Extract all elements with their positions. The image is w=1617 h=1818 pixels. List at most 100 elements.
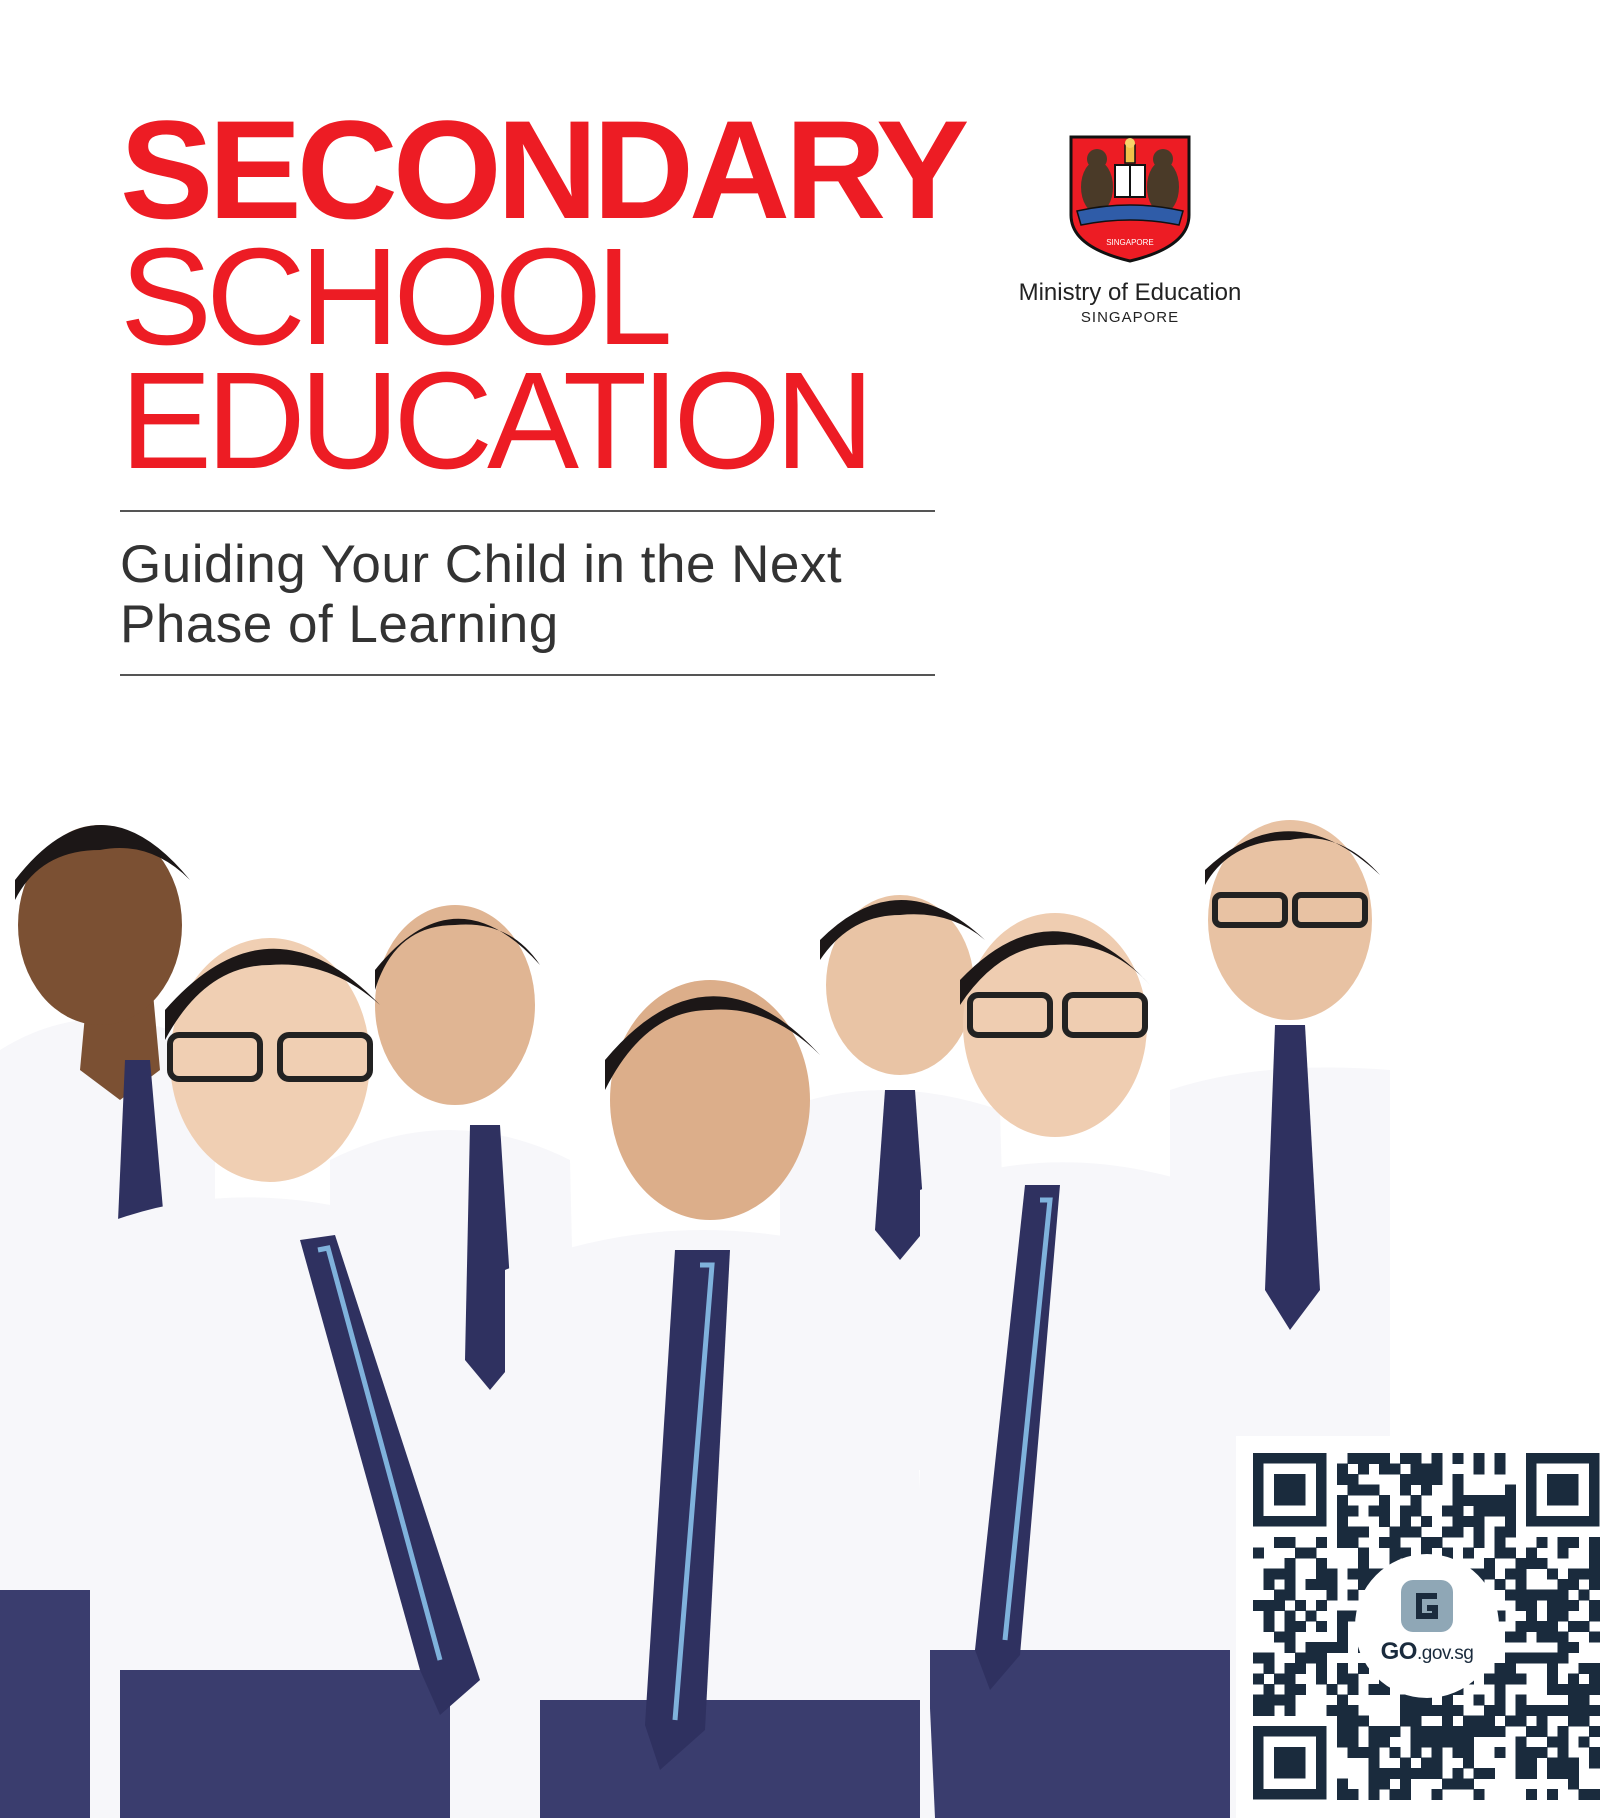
qr-module	[1452, 1453, 1464, 1464]
qr-module	[1431, 1726, 1443, 1737]
qr-module	[1368, 1789, 1380, 1800]
qr-module	[1337, 1621, 1348, 1632]
qr-module	[1568, 1600, 1579, 1611]
qr-module	[1337, 1610, 1348, 1622]
moe-logo: SINGAPORE Ministry of Education SINGAPOR…	[1010, 135, 1250, 326]
qr-module	[1526, 1726, 1537, 1737]
qr-module	[1316, 1642, 1327, 1653]
qr-module	[1547, 1589, 1558, 1601]
qr-module	[1358, 1526, 1369, 1538]
qr-module	[1536, 1726, 1548, 1737]
qr-module	[1337, 1463, 1348, 1475]
qr-module	[1274, 1631, 1285, 1643]
qr-code[interactable]: GO.gov.sg	[1236, 1436, 1617, 1818]
qr-module	[1400, 1705, 1411, 1716]
qr-module	[1347, 1736, 1359, 1748]
qr-module	[1442, 1705, 1453, 1716]
qr-module	[1410, 1736, 1422, 1748]
qr-module	[1400, 1768, 1411, 1779]
qr-module	[1337, 1505, 1348, 1517]
qr-module	[1568, 1715, 1579, 1727]
students-photo	[0, 820, 1390, 1818]
qr-module	[1484, 1505, 1495, 1517]
qr-module	[1547, 1789, 1558, 1800]
qr-module	[1284, 1705, 1296, 1716]
title-line-education: EDUCATION	[120, 344, 874, 498]
qr-module	[1410, 1705, 1422, 1716]
qr-module	[1274, 1694, 1285, 1706]
qr-module	[1442, 1726, 1453, 1737]
qr-module	[1274, 1474, 1306, 1506]
qr-module	[1463, 1715, 1474, 1727]
qr-module	[1316, 1673, 1327, 1685]
qr-module	[1494, 1463, 1506, 1475]
qr-module	[1484, 1568, 1495, 1580]
qr-module	[1347, 1474, 1359, 1485]
qr-module	[1473, 1789, 1485, 1800]
qr-module	[1358, 1453, 1369, 1464]
qr-module	[1578, 1663, 1590, 1674]
qr-module	[1536, 1589, 1548, 1601]
qr-module	[1379, 1778, 1390, 1790]
qr-module	[1536, 1558, 1548, 1569]
qr-module	[1337, 1642, 1348, 1653]
qr-module	[1557, 1600, 1569, 1611]
qr-module	[1484, 1705, 1495, 1716]
qr-module	[1505, 1715, 1516, 1727]
qr-module	[1494, 1747, 1506, 1758]
qr-module	[1421, 1768, 1432, 1779]
qr-module	[1316, 1558, 1327, 1569]
qr-module	[1505, 1484, 1516, 1496]
qr-module	[1274, 1600, 1285, 1611]
qr-module	[1442, 1505, 1453, 1517]
qr-module	[1305, 1642, 1317, 1653]
qr-module	[1326, 1568, 1338, 1580]
subtitle-line-1: Guiding Your Child in the Next	[120, 535, 843, 594]
qr-module	[1547, 1663, 1558, 1674]
qr-module	[1515, 1600, 1527, 1611]
qr-module	[1463, 1516, 1474, 1527]
qr-module	[1400, 1694, 1411, 1706]
qr-module	[1421, 1705, 1432, 1716]
qr-module	[1410, 1726, 1422, 1737]
qr-module	[1484, 1715, 1495, 1727]
qr-module	[1589, 1537, 1600, 1548]
qr-module	[1316, 1568, 1327, 1580]
qr-module	[1578, 1684, 1590, 1695]
qr-module	[1484, 1768, 1495, 1779]
qr-module	[1368, 1484, 1380, 1496]
qr-module	[1263, 1610, 1275, 1622]
qr-module	[1337, 1715, 1348, 1727]
qr-module	[1505, 1495, 1516, 1506]
qr-module	[1463, 1778, 1474, 1790]
qr-module	[1557, 1537, 1569, 1548]
qr-module	[1389, 1537, 1401, 1548]
qr-module	[1316, 1652, 1327, 1664]
qr-module	[1494, 1673, 1506, 1685]
go-gov-logo-icon	[1401, 1580, 1453, 1632]
qr-module	[1379, 1463, 1390, 1475]
qr-module	[1494, 1726, 1506, 1737]
qr-module	[1337, 1705, 1348, 1716]
qr-module	[1494, 1705, 1506, 1716]
qr-module	[1526, 1652, 1537, 1664]
qr-module	[1337, 1778, 1348, 1790]
qr-module	[1536, 1747, 1548, 1758]
qr-module	[1263, 1684, 1275, 1695]
qr-module	[1473, 1505, 1485, 1517]
qr-module	[1557, 1547, 1569, 1559]
qr-module	[1274, 1589, 1285, 1601]
qr-module	[1484, 1495, 1495, 1506]
qr-module	[1473, 1495, 1485, 1506]
qr-module	[1410, 1768, 1422, 1779]
qr-module	[1589, 1610, 1600, 1622]
qr-module	[1452, 1505, 1464, 1517]
qr-module	[1557, 1736, 1569, 1748]
cover-subtitle: Guiding Your Child in the Next Phase of …	[120, 535, 980, 655]
qr-module	[1368, 1757, 1380, 1769]
qr-module	[1337, 1495, 1348, 1506]
qr-module	[1515, 1715, 1527, 1727]
qr-module	[1547, 1673, 1558, 1685]
qr-module	[1347, 1589, 1359, 1601]
qr-module	[1526, 1768, 1537, 1779]
